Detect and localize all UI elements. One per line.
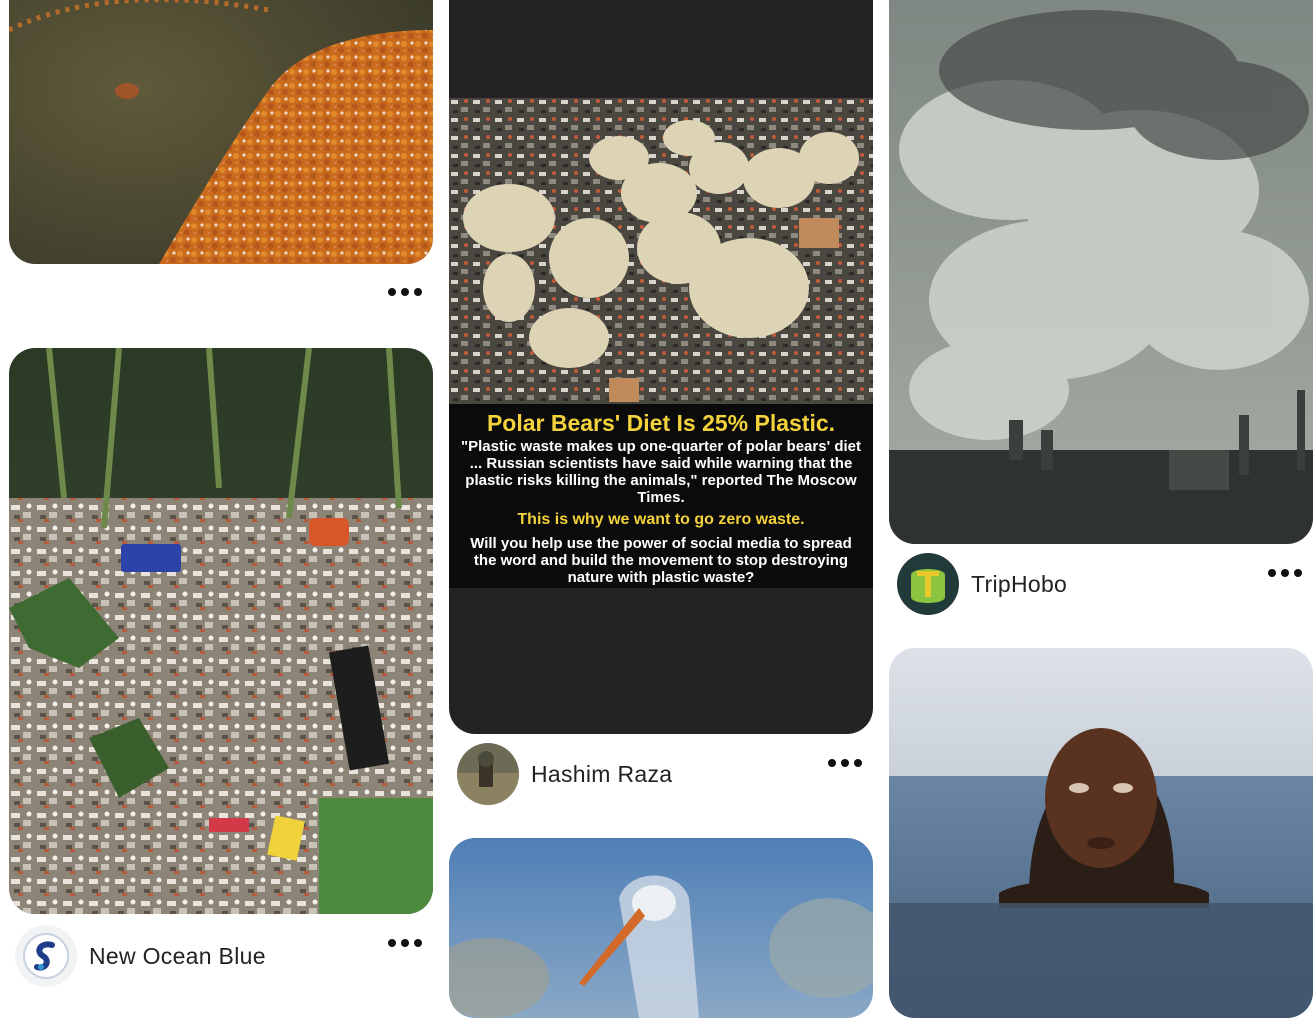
- more-dot: [854, 759, 862, 767]
- pin-author-triphobo[interactable]: TripHobo: [897, 553, 1067, 615]
- more-dot: [1281, 569, 1289, 577]
- pin-image-polar-bears[interactable]: Polar Bears' Diet Is 25% Plastic. "Plast…: [449, 0, 873, 734]
- author-name[interactable]: New Ocean Blue: [89, 943, 266, 970]
- infographic-headline: Polar Bears' Diet Is 25% Plastic.: [486, 410, 836, 436]
- more-horizontal-icon: [388, 939, 396, 947]
- infographic-tagline: This is why we want to go zero waste.: [517, 511, 805, 528]
- pin-image-river-flowers[interactable]: [9, 0, 433, 264]
- polar-bears-photo: [449, 98, 873, 404]
- stork-plastic-photo: [449, 838, 873, 1018]
- factory-smoke-photo: [889, 0, 1313, 544]
- more-options-button[interactable]: [828, 756, 862, 770]
- more-horizontal-icon: [388, 288, 396, 296]
- avatar-triphobo-icon: [897, 553, 959, 615]
- polar-bears-infographic: Polar Bears' Diet Is 25% Plastic. "Plast…: [449, 98, 873, 588]
- more-options-button[interactable]: [1268, 566, 1302, 580]
- pin-image-factory-smoke[interactable]: [889, 0, 1313, 544]
- infographic-cta: Will you help use the power of social me…: [470, 535, 852, 586]
- more-options-button[interactable]: [388, 285, 422, 299]
- author-name[interactable]: TripHobo: [971, 571, 1067, 598]
- river-flowers-photo: [9, 0, 433, 264]
- more-options-button[interactable]: [388, 936, 422, 950]
- pin-image-oil-girl[interactable]: [889, 648, 1313, 1018]
- pin-author-hashim-raza[interactable]: Hashim Raza: [457, 743, 672, 805]
- avatar[interactable]: [15, 925, 77, 987]
- author-name[interactable]: Hashim Raza: [531, 761, 672, 788]
- more-dot: [414, 939, 422, 947]
- more-horizontal-icon: [828, 759, 836, 767]
- oil-girl-photo: [889, 648, 1313, 1018]
- infographic-quote: "Plastic waste makes up one-quarter of p…: [461, 438, 861, 506]
- pin-image-forest-trash[interactable]: [9, 348, 433, 914]
- more-dot: [1294, 569, 1302, 577]
- more-dot: [841, 759, 849, 767]
- avatar[interactable]: [897, 553, 959, 615]
- forest-trash-photo: [9, 348, 433, 914]
- pin-image-stork-plastic[interactable]: [449, 838, 873, 1018]
- avatar-new-ocean-blue-icon: [15, 925, 77, 987]
- avatar[interactable]: [457, 743, 519, 805]
- pin-author-new-ocean-blue[interactable]: New Ocean Blue: [15, 925, 266, 987]
- more-dot: [414, 288, 422, 296]
- more-dot: [401, 939, 409, 947]
- more-horizontal-icon: [1268, 569, 1276, 577]
- avatar-hashim-raza-icon: [457, 743, 519, 805]
- more-dot: [401, 288, 409, 296]
